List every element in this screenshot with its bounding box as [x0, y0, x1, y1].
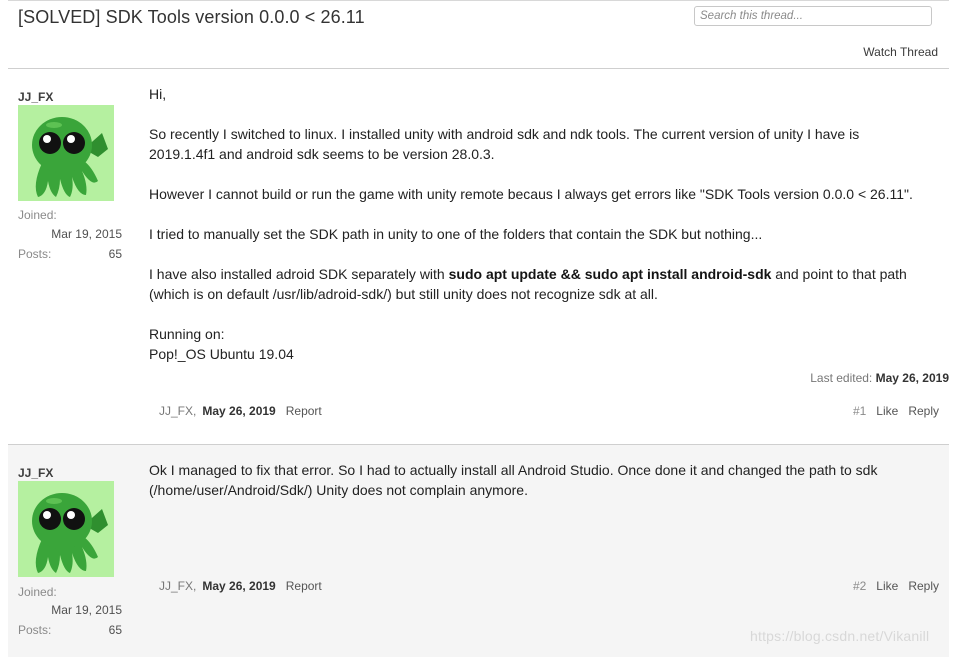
search-thread-input[interactable]: [694, 6, 932, 26]
reply-link[interactable]: Reply: [908, 579, 939, 593]
post-2: JJ_FX Joined: Mar 19, 2015 Posts: 65 Ok I…: [8, 445, 949, 657]
top-border: [8, 0, 949, 1]
watermark-text: https://blog.csdn.net/Vikanill: [750, 628, 930, 644]
post-date-link[interactable]: May 26, 2019: [202, 579, 275, 593]
post-1: JJ_FX Joined: Mar 19, 2015 Posts: 65 Hi, …: [18, 84, 949, 420]
post-permalink[interactable]: #2: [853, 579, 866, 593]
reply-link[interactable]: Reply: [908, 404, 939, 418]
post-paragraph: Ok I managed to fix that error. So I had…: [149, 462, 878, 498]
report-link[interactable]: Report: [286, 579, 322, 593]
watch-thread-link[interactable]: Watch Thread: [863, 45, 938, 59]
post-author-name[interactable]: JJ_FX: [18, 466, 53, 480]
author-avatar[interactable]: [18, 481, 114, 577]
post-footer: JJ_FX, May 26, 2019 Report #1 Like Reply: [159, 404, 939, 420]
report-link[interactable]: Report: [286, 404, 322, 418]
joined-label: Joined:: [18, 208, 57, 222]
post-paragraph: So recently I switched to linux. I insta…: [149, 126, 860, 162]
like-link[interactable]: Like: [876, 404, 898, 418]
post-paragraph: However I cannot build or run the game w…: [149, 186, 913, 202]
command-text: sudo apt update && sudo apt install andr…: [448, 266, 772, 282]
cthulhu-avatar-icon: [18, 105, 114, 201]
posts-count: Posts: 65: [18, 247, 122, 261]
post-permalink[interactable]: #1: [853, 404, 866, 418]
post-paragraph: Running on: Pop!_OS Ubuntu 19.04: [149, 326, 294, 362]
post-paragraph: Hi,: [149, 86, 167, 102]
post-footer: JJ_FX, May 26, 2019 Report #2 Like Reply: [159, 579, 939, 595]
like-link[interactable]: Like: [876, 579, 898, 593]
post-paragraph: I tried to manually set the SDK path in …: [149, 226, 763, 242]
cthulhu-avatar-icon: [18, 481, 114, 577]
thread-title: [SOLVED] SDK Tools version 0.0.0 < 26.11: [18, 7, 365, 27]
post-message: Hi, So recently I switched to linux. I i…: [149, 84, 941, 384]
post-message: Ok I managed to fix that error. So I had…: [149, 460, 941, 520]
post-author-name[interactable]: JJ_FX: [18, 90, 53, 104]
footer-author-link[interactable]: JJ_FX,: [159, 579, 196, 593]
post-paragraph: I have also installed adroid SDK separat…: [149, 266, 907, 302]
last-edited: Last edited: May 26, 2019: [810, 371, 949, 385]
author-avatar[interactable]: [18, 105, 114, 201]
footer-author-link[interactable]: JJ_FX,: [159, 404, 196, 418]
joined-label: Joined:: [18, 585, 57, 599]
posts-count: Posts: 65: [18, 623, 122, 637]
post-date-link[interactable]: May 26, 2019: [202, 404, 275, 418]
